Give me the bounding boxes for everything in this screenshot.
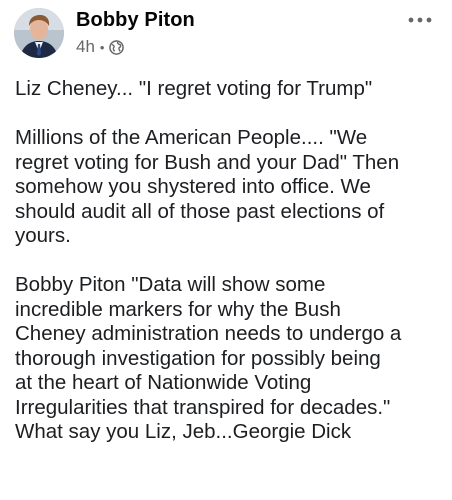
- post-text-line: should audit all of those past elections…: [15, 199, 385, 223]
- globe-icon: [109, 39, 125, 55]
- post-header: Bobby Piton 4h •: [12, 6, 440, 62]
- post-text-line: Bobby Piton "Data will show some: [15, 273, 326, 296]
- post-paragraph: Bobby Piton "Data will show some incredib…: [15, 273, 445, 445]
- post-text-line: What say you Liz, Jeb...Georgie Dick: [15, 420, 352, 443]
- post-text-line: somehow you shystered into office. We: [15, 175, 371, 198]
- post-text-line: incredible markers for why the Bush: [15, 297, 341, 321]
- post-paragraph: Liz Cheney... "I regret voting for Trump…: [15, 77, 445, 102]
- post-text-line: regret voting for Bush and your Dad" The…: [15, 150, 400, 174]
- post-text-line: Liz Cheney... "I regret voting for Trump…: [15, 77, 373, 100]
- post-timestamp[interactable]: 4h: [76, 37, 95, 57]
- author-name[interactable]: Bobby Piton: [76, 9, 195, 32]
- facebook-post: Bobby Piton 4h • Liz Cheney... "I regret…: [0, 0, 452, 500]
- profile-photo: [14, 8, 64, 58]
- meta-separator: •: [99, 39, 105, 55]
- post-paragraph: Millions of the American People.... "We r…: [15, 126, 445, 249]
- post-meta: 4h •: [76, 37, 125, 57]
- post-text-line: yours.: [15, 224, 71, 247]
- post-text-line: Irregularities that transpired for decad…: [15, 395, 391, 419]
- post-body: Liz Cheney... "I regret voting for Trump…: [15, 77, 445, 469]
- more-horizontal-icon[interactable]: [402, 8, 438, 32]
- post-text-line: Millions of the American People.... "We: [15, 126, 368, 149]
- post-text-line: at the heart of Nationwide Voting: [15, 371, 312, 394]
- post-text-line: Cheney administration needs to undergo a: [15, 322, 402, 345]
- post-text-line: thorough investigation for possibly bein…: [15, 346, 381, 370]
- avatar[interactable]: [14, 8, 64, 58]
